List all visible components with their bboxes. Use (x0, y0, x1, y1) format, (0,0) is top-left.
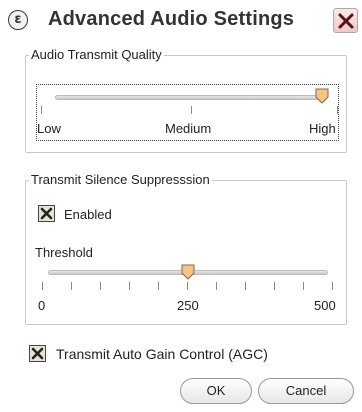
threshold-scale-250: 250 (177, 298, 199, 313)
threshold-scale-500: 500 (314, 298, 336, 313)
close-icon (338, 13, 354, 29)
threshold-tick-500 (332, 282, 333, 290)
check-x-icon (40, 207, 53, 220)
agc-checkbox[interactable] (29, 345, 46, 362)
threshold-tick-0 (42, 282, 43, 290)
window-title: Advanced Audio Settings (48, 8, 295, 30)
quality-tick-high (337, 106, 338, 114)
quality-slider[interactable]: Low Medium High (36, 84, 339, 141)
audio-transmit-quality-legend: Audio Transmit Quality (29, 47, 164, 62)
enabled-checkbox[interactable] (38, 205, 55, 222)
threshold-tick-50 (71, 282, 72, 290)
silence-suppression-legend: Transmit Silence Suppresssion (29, 172, 212, 187)
enabled-label[interactable]: Enabled (64, 207, 112, 222)
threshold-tick-200 (158, 282, 159, 290)
threshold-tick-250 (187, 282, 188, 290)
close-button[interactable] (333, 8, 358, 33)
quality-tick-medium (191, 106, 192, 114)
threshold-label: Threshold (35, 245, 93, 260)
quality-slider-thumb[interactable] (315, 88, 329, 104)
threshold-tick-400 (274, 282, 275, 290)
quality-tick-low (41, 106, 42, 114)
quality-slider-track (55, 95, 325, 100)
app-icon: ε (8, 10, 28, 30)
cancel-button[interactable]: Cancel (258, 378, 354, 404)
quality-label-medium: Medium (165, 121, 212, 136)
threshold-tick-350 (245, 282, 246, 290)
ok-button[interactable]: OK (180, 378, 252, 404)
quality-label-low: Low (37, 121, 61, 136)
agc-label[interactable]: Transmit Auto Gain Control (AGC) (56, 346, 268, 362)
threshold-slider-thumb[interactable] (181, 264, 195, 280)
threshold-tick-450 (303, 282, 304, 290)
threshold-slider[interactable]: 0 250 500 (36, 262, 336, 322)
threshold-tick-300 (216, 282, 217, 290)
check-x-icon (31, 347, 44, 360)
quality-label-high: High (309, 121, 336, 136)
threshold-tick-150 (129, 282, 130, 290)
threshold-tick-100 (100, 282, 101, 290)
threshold-scale-0: 0 (38, 298, 46, 313)
title-bar: ε Advanced Audio Settings (0, 0, 362, 42)
